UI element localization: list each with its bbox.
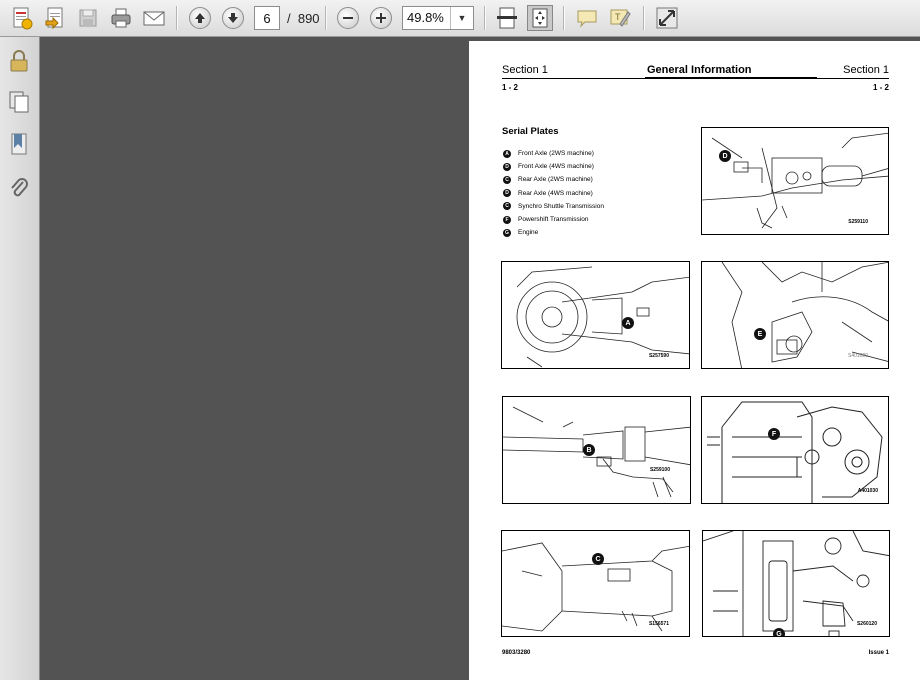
plate-letter-badge: D (503, 162, 511, 171)
plate-letter-badge: F (503, 215, 511, 224)
figure-front-axle-4ws: D S259110 (701, 127, 889, 235)
list-item: C Rear Axle (2WS machine) (503, 173, 604, 186)
plate-letter-badge: C (503, 202, 511, 211)
section-title: Serial Plates (502, 126, 559, 137)
arrow-up-icon (189, 7, 211, 29)
header-title-underline (645, 77, 817, 79)
plate-letter-badge: D (503, 189, 511, 198)
plate-letter-badge: G (503, 228, 511, 237)
figure-code: S259110 (848, 219, 868, 225)
list-item: C Synchro Shuttle Transmission (503, 200, 604, 213)
plate-label: Rear Axle (4WS machine) (518, 189, 593, 197)
figure-engine: G S260120 (702, 530, 890, 637)
plate-label: Front Axle (4WS machine) (518, 163, 594, 171)
fit-page-icon (532, 8, 548, 28)
figure-code: S260120 (856, 621, 877, 627)
figure-front-axle-2ws: A S257590 (501, 261, 690, 369)
figure-code: S259100 (649, 467, 670, 473)
fit-width-button[interactable] (494, 5, 520, 31)
chevron-down-icon[interactable]: ▼ (450, 7, 473, 29)
zoom-out-button[interactable] (335, 5, 361, 31)
axle-drawing (503, 406, 690, 498)
previous-page-button[interactable] (187, 5, 213, 31)
plate-callout: A (622, 317, 634, 329)
list-item: G Engine (503, 226, 604, 239)
list-item: A Front Axle (2WS machine) (503, 147, 604, 160)
lock-icon[interactable] (7, 49, 31, 73)
figure-powershift-transmission: F A401030 (701, 396, 889, 504)
figure-synchro-shuttle: E S401020 (701, 261, 889, 369)
expand-icon (656, 7, 678, 29)
figure-rear-axle-2ws: B S259100 (502, 396, 691, 504)
header-title: General Information (647, 64, 752, 76)
pages-icon[interactable] (7, 90, 31, 114)
navigation-pane (0, 37, 40, 680)
figure-code: S401020 (847, 353, 868, 359)
list-item: D Front Axle (4WS machine) (503, 160, 604, 173)
header-section-left: Section 1 (502, 64, 548, 76)
figure-code: A401030 (857, 488, 878, 494)
edit-document-icon[interactable] (42, 5, 68, 31)
zoom-in-button[interactable] (368, 5, 394, 31)
plate-callout: C (592, 553, 604, 565)
create-pdf-icon[interactable] (9, 5, 35, 31)
print-icon[interactable] (108, 5, 134, 31)
minus-icon (337, 7, 359, 29)
figure-rear-axle-4ws: C S156571 (501, 530, 690, 637)
plate-callout: G (773, 628, 785, 636)
highlighter-icon: T (610, 9, 631, 27)
zoom-level-value: 49.8% (407, 10, 444, 25)
serial-plate-list: A Front Axle (2WS machine) D Front Axle (4… (503, 147, 604, 239)
bookmark-icon[interactable] (7, 132, 31, 156)
speech-bubble-icon (577, 10, 597, 28)
highlight-text-button[interactable]: T (607, 5, 633, 31)
svg-text:T: T (615, 12, 621, 22)
comment-button[interactable] (574, 5, 600, 31)
plus-icon (370, 7, 392, 29)
plate-letter-badge: A (503, 149, 511, 158)
list-item: D Rear Axle (4WS machine) (503, 187, 604, 200)
footer-issue: Issue 1 (868, 650, 889, 656)
plate-callout: F (768, 428, 780, 440)
zoom-level-select[interactable]: 49.8% ▼ (402, 6, 474, 30)
full-screen-button[interactable] (654, 5, 680, 31)
plate-label: Synchro Shuttle Transmission (518, 202, 604, 210)
plate-label: Powershift Transmission (518, 216, 589, 224)
next-page-button[interactable] (220, 5, 246, 31)
save-icon[interactable] (75, 5, 101, 31)
plate-label: Rear Axle (2WS machine) (518, 176, 593, 184)
figure-code: S257590 (648, 353, 669, 359)
toolbar: 6 / 890 49.8% ▼ T (0, 0, 920, 37)
fit-page-button[interactable] (527, 5, 553, 31)
header-section-right: Section 1 (843, 64, 889, 76)
fit-width-icon (497, 7, 517, 29)
document-page: Section 1 General Information Section 1 … (469, 41, 920, 680)
email-icon[interactable] (141, 5, 167, 31)
page-number-input[interactable]: 6 (254, 6, 280, 30)
attachment-icon[interactable] (7, 176, 31, 200)
list-item: F Powershift Transmission (503, 213, 604, 226)
arrow-down-icon (222, 7, 244, 29)
page-total-label: / 890 (287, 11, 320, 26)
plate-letter-badge: C (503, 175, 511, 184)
plate-callout: D (719, 150, 731, 162)
plate-label: Engine (518, 229, 539, 237)
figure-code: S156571 (648, 621, 669, 627)
page-number-right: 1 - 2 (872, 83, 889, 92)
plate-callout: E (754, 328, 766, 340)
plate-callout: B (583, 444, 595, 456)
footer-doc-number: 9803/3280 (502, 650, 531, 656)
page-number-left: 1 - 2 (502, 83, 519, 92)
plate-label: Front Axle (2WS machine) (518, 150, 594, 158)
